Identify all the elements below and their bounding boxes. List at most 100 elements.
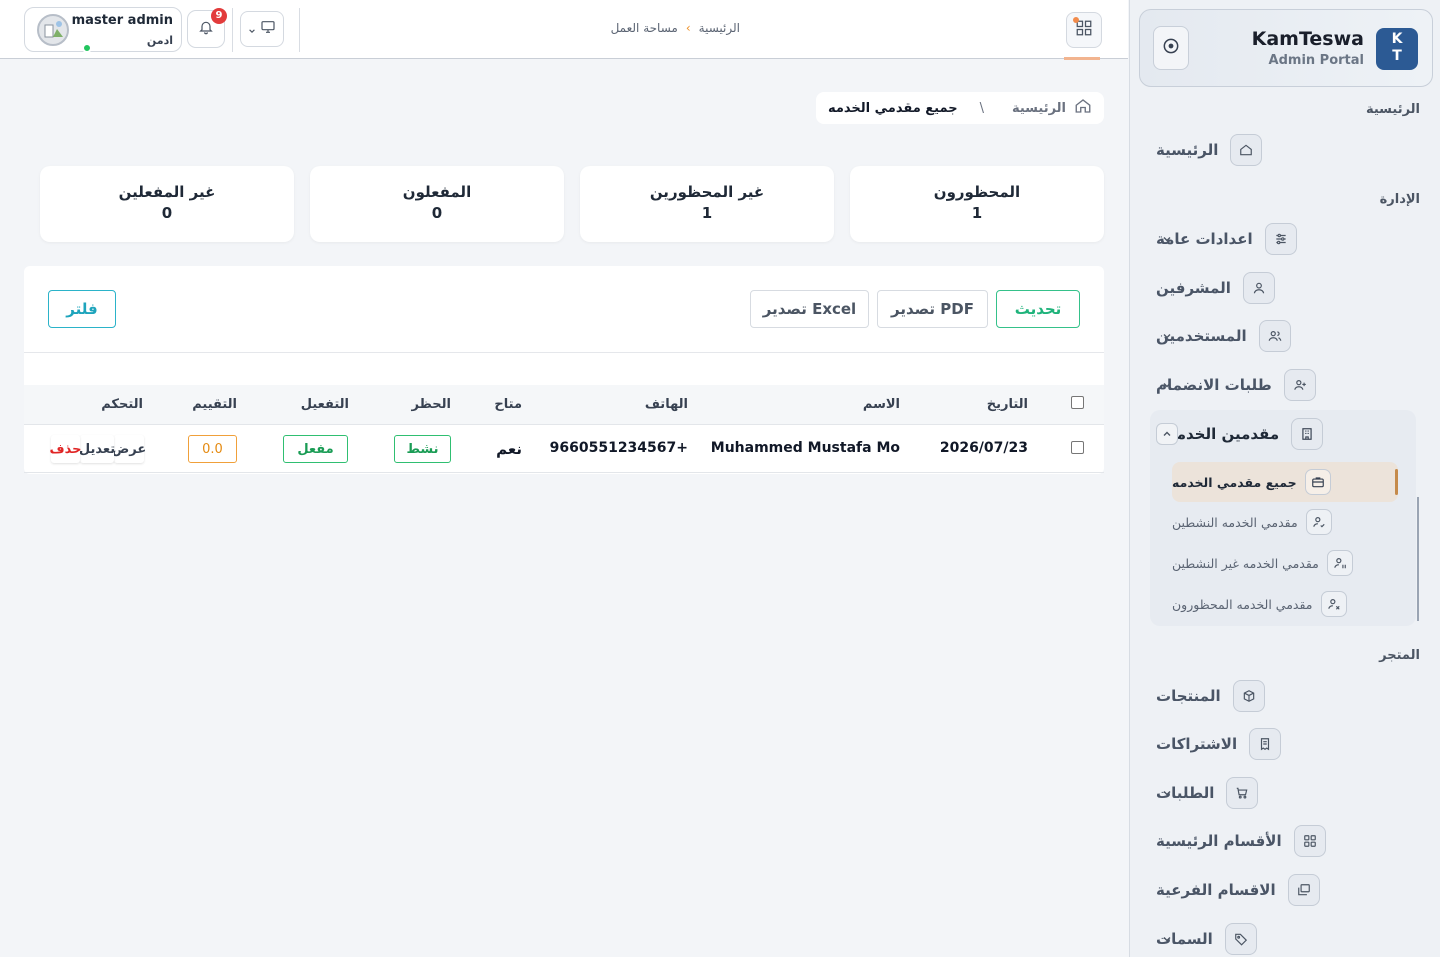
apps-button[interactable]	[1066, 12, 1102, 48]
display-mode-button[interactable]	[240, 11, 284, 47]
receipt-icon	[1249, 728, 1282, 760]
chevron-down-icon[interactable]	[1156, 325, 1178, 347]
cell-name: Muhammed Mustafa Mo	[710, 440, 900, 456]
stat-title: المفعلون	[402, 183, 472, 201]
stat-value: 1	[971, 204, 983, 222]
chevron-down-icon[interactable]	[1156, 374, 1178, 396]
cart-icon	[1226, 777, 1259, 809]
users-icon	[1258, 320, 1291, 352]
stat-card-not-banned: غير المحظورين 1	[580, 166, 834, 242]
sidebar-item-products[interactable]: المنتجات	[1156, 679, 1406, 713]
sidebar-item-attributes[interactable]: السمات	[1156, 922, 1406, 956]
monitor-icon	[260, 19, 276, 39]
online-status-dot	[82, 43, 92, 53]
top-bar: master admin ادمن 9 الرئيسية › مساحة الع…	[0, 0, 1128, 60]
chevron-down-icon	[248, 20, 256, 39]
cell-date: 2026/07/23	[939, 440, 1028, 456]
column-activation[interactable]: التفعيل	[301, 397, 349, 412]
sidebar-subitem-inactive-providers[interactable]: مقدمي الخدمه غير النشطين	[1172, 546, 1398, 580]
home-icon	[1230, 134, 1263, 166]
grid-icon	[1293, 825, 1326, 857]
column-date[interactable]: التاريخ	[987, 397, 1028, 412]
logo-letter: K	[1391, 31, 1403, 47]
select-all-checkbox[interactable]	[1071, 396, 1084, 409]
brand-header: K T KamTeswa Admin Portal	[1139, 9, 1433, 87]
avatar	[37, 14, 69, 46]
divider	[299, 8, 300, 52]
tag-icon	[1224, 923, 1257, 955]
top-breadcrumb-home[interactable]: الرئيسية	[699, 21, 740, 35]
sidebar-subitem-all-providers[interactable]: جميع مقدمي الخدمه	[1172, 462, 1398, 502]
sidebar-toggle-button[interactable]	[1153, 26, 1189, 70]
stat-title: غير المحظورين	[649, 183, 765, 201]
stat-value: 0	[431, 204, 443, 222]
chevron-down-icon[interactable]	[1156, 782, 1178, 804]
sidebar-item-supervisors[interactable]: المشرفين	[1156, 271, 1406, 305]
breadcrumb-separator: \	[979, 100, 984, 116]
export-pdf-button[interactable]: تصدير PDF	[877, 290, 988, 328]
user-pause-icon	[1326, 550, 1353, 576]
breadcrumb: الرئيسية \ جميع مقدمي الخدمه	[816, 92, 1104, 124]
sidebar-subitem-label: مقدمي الخدمه النشطين	[1172, 514, 1298, 530]
sidebar-item-users[interactable]: المستخدمين	[1156, 319, 1406, 353]
view-button[interactable]: عرض	[112, 435, 146, 463]
stat-card-banned: المحظورون 1	[850, 166, 1104, 242]
ban-status-badge[interactable]: نشط	[394, 435, 451, 463]
breadcrumb-home[interactable]: الرئيسية	[1012, 101, 1066, 116]
sidebar-item-label: المشرفين	[1156, 279, 1231, 297]
chevron-left-icon: ›	[685, 21, 691, 35]
sidebar-subitem-active-providers[interactable]: مقدمي الخدمه النشطين	[1172, 505, 1398, 539]
export-excel-button[interactable]: تصدير Excel	[750, 290, 869, 328]
top-breadcrumb-workspace[interactable]: مساحة العمل	[611, 21, 678, 35]
breadcrumb-current: جميع مقدمي الخدمه	[827, 100, 958, 116]
sidebar: K T KamTeswa Admin Portal الرئيسية الرئي…	[1129, 0, 1440, 957]
row-checkbox[interactable]	[1071, 441, 1084, 454]
chevron-down-icon[interactable]	[1156, 928, 1178, 950]
stat-value: 0	[161, 204, 173, 222]
filter-button[interactable]: فلتر	[48, 290, 116, 328]
bell-icon	[198, 19, 214, 39]
sidebar-item-general-settings[interactable]: اعدادات عامة	[1156, 222, 1406, 256]
sidebar-item-main-categories[interactable]: الأقسام الرئيسية	[1156, 824, 1406, 858]
brand-subtitle: Admin Portal	[1268, 53, 1364, 68]
active-indicator	[1395, 469, 1398, 495]
column-control: التحكم	[101, 397, 143, 412]
briefcase-icon	[1304, 469, 1331, 495]
sidebar-item-orders[interactable]: الطلبات	[1156, 776, 1406, 810]
sidebar-subitem-label: مقدمي الخدمه المحظورون	[1172, 596, 1313, 612]
section-title-store: المتجر	[1379, 648, 1420, 663]
providers-table-card: تحديث تصدير PDF تصدير Excel فلتر التاريخ…	[24, 266, 1104, 474]
user-x-icon	[1320, 591, 1347, 617]
column-phone[interactable]: الهاتف	[645, 397, 688, 412]
sliders-icon	[1264, 223, 1297, 255]
divider	[24, 352, 1104, 353]
sidebar-item-service-providers[interactable]: مقدمين الخدمات	[1156, 417, 1406, 451]
section-title-home: الرئيسية	[1365, 102, 1420, 117]
column-name[interactable]: الاسم	[863, 397, 900, 412]
chevron-down-icon[interactable]	[1156, 228, 1178, 250]
submenu-guide-line	[1417, 497, 1419, 621]
sidebar-item-home[interactable]: الرئيسية	[1156, 133, 1406, 167]
brand-logo: K T	[1376, 28, 1418, 70]
apps-indicator-dot	[1073, 17, 1079, 23]
refresh-button[interactable]: تحديث	[996, 290, 1080, 328]
sidebar-item-subscriptions[interactable]: الاشتراكات	[1156, 727, 1406, 761]
cell-phone: 9660551234567+	[549, 440, 688, 456]
chevron-up-icon[interactable]	[1156, 423, 1178, 445]
user-icon	[1242, 272, 1275, 304]
sidebar-item-label: الاقسام الفرعية	[1156, 881, 1276, 899]
target-icon	[1161, 36, 1181, 60]
column-available[interactable]: متاح	[494, 397, 522, 412]
sidebar-item-join-requests[interactable]: طلبات الانضمام	[1156, 368, 1406, 402]
column-rating[interactable]: التقييم	[192, 397, 237, 412]
cell-available: نعم	[496, 440, 522, 458]
sidebar-item-sub-categories[interactable]: الاقسام الفرعية	[1156, 873, 1406, 907]
table-header: التاريخ الاسم الهاتف متاح الحظر التفعيل …	[24, 385, 1104, 425]
sidebar-subitem-banned-providers[interactable]: مقدمي الخدمه المحظورون	[1172, 587, 1398, 621]
edit-button[interactable]: تعديل	[79, 435, 115, 463]
user-menu[interactable]: master admin ادمن	[24, 7, 182, 53]
activation-status-badge[interactable]: مفعل	[283, 435, 348, 463]
sidebar-subitem-label: جميع مقدمي الخدمه	[1172, 474, 1297, 490]
column-ban[interactable]: الحظر	[412, 397, 451, 412]
delete-button[interactable]: حذف	[50, 435, 82, 463]
